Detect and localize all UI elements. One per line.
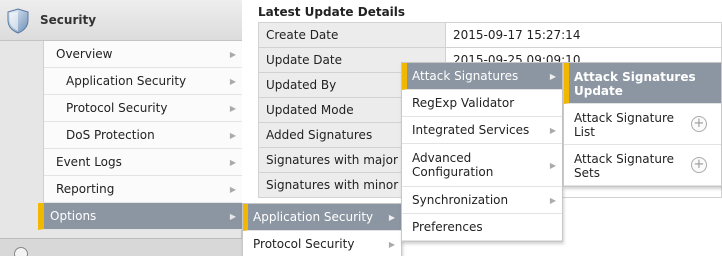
details-title: Latest Update Details: [258, 5, 406, 19]
sidebar-nav: Overview ▶ Application Security ▶ Protoc…: [38, 41, 242, 230]
chevron-right-icon: ▶: [549, 196, 556, 205]
sidebar-item-dos-protection[interactable]: DoS Protection ▶: [44, 122, 242, 149]
menu-item-label: Attack Signatures: [412, 69, 519, 83]
chevron-right-icon: ▶: [229, 50, 236, 59]
sidebar-item-label: Protocol Security: [66, 101, 168, 115]
sidebar-item-label: Event Logs: [56, 155, 122, 169]
chevron-right-icon: ▶: [549, 161, 556, 170]
circle-icon[interactable]: [14, 247, 28, 256]
chevron-right-icon: ▶: [229, 212, 236, 221]
menu-item-label: Application Security: [253, 210, 374, 224]
add-icon[interactable]: +: [691, 116, 707, 132]
row-label: Create Date: [258, 22, 446, 48]
row-value: 2015-09-17 15:27:14: [445, 22, 722, 48]
menu-item-label: Synchronization: [412, 193, 509, 207]
menu-item-label: Configuration: [412, 165, 494, 179]
menu-item-label: Integrated Services: [412, 123, 530, 137]
menu-item-label: Update: [574, 84, 623, 98]
sidebar: Security Overview ▶ Application Security…: [0, 0, 242, 256]
menu-item-attack-signatures-update[interactable]: Attack Signatures Update: [564, 63, 721, 104]
sidebar-item-label: Application Security: [66, 74, 187, 88]
menu-item-attack-signature-sets[interactable]: Attack Signature Sets +: [564, 145, 721, 186]
menu-item-label: Preferences: [412, 220, 483, 234]
sidebar-item-reporting[interactable]: Reporting ▶: [44, 176, 242, 203]
chevron-right-icon: ▶: [388, 213, 395, 222]
menu-item-attack-signature-list[interactable]: Attack Signature List +: [564, 104, 721, 145]
chevron-right-icon: ▶: [549, 72, 556, 81]
application-security-flyout-menu: Attack Signatures ▶ RegExp Validator Int…: [401, 62, 563, 242]
menu-item-application-security[interactable]: Application Security ▶: [243, 204, 401, 231]
chevron-right-icon: ▶: [229, 185, 236, 194]
sidebar-item-label: Options: [50, 209, 97, 223]
menu-item-integrated-services[interactable]: Integrated Services ▶: [402, 117, 562, 144]
menu-item-label: Protocol Security: [253, 237, 355, 251]
sidebar-item-protocol-security[interactable]: Protocol Security ▶: [44, 95, 242, 122]
menu-item-label: RegExp Validator: [412, 96, 515, 110]
sidebar-item-application-security[interactable]: Application Security ▶: [44, 68, 242, 95]
shield-icon: [7, 8, 29, 34]
sidebar-header[interactable]: Security: [0, 0, 242, 41]
chevron-right-icon: ▶: [229, 104, 236, 113]
chevron-right-icon: ▶: [229, 131, 236, 140]
sidebar-title: Security: [40, 13, 97, 27]
menu-item-attack-signatures[interactable]: Attack Signatures ▶: [402, 63, 562, 90]
sidebar-footer: [0, 238, 242, 256]
sidebar-item-label: DoS Protection: [66, 128, 155, 142]
add-icon[interactable]: +: [691, 157, 707, 173]
menu-item-label: Advanced: [412, 151, 472, 165]
chevron-right-icon: ▶: [229, 77, 236, 86]
sidebar-item-label: Reporting: [56, 182, 115, 196]
menu-item-preferences[interactable]: Preferences: [402, 214, 562, 241]
menu-item-advanced-configuration[interactable]: Advanced Configuration ▶: [402, 144, 562, 187]
chevron-right-icon: ▶: [549, 126, 556, 135]
menu-item-regexp-validator[interactable]: RegExp Validator: [402, 90, 562, 117]
menu-item-protocol-security[interactable]: Protocol Security ▶: [243, 231, 401, 256]
sidebar-item-options[interactable]: Options ▶: [38, 203, 242, 230]
chevron-right-icon: ▶: [229, 158, 236, 167]
table-row: Create Date 2015-09-17 15:27:14: [258, 22, 722, 48]
menu-item-synchronization[interactable]: Synchronization ▶: [402, 187, 562, 214]
sidebar-item-label: Overview: [56, 47, 113, 61]
sidebar-item-event-logs[interactable]: Event Logs ▶: [44, 149, 242, 176]
chevron-right-icon: ▶: [388, 240, 395, 249]
menu-item-label: Attack Signatures: [574, 70, 696, 84]
sidebar-item-overview[interactable]: Overview ▶: [44, 41, 242, 68]
attack-signatures-flyout-menu: Attack Signatures Update Attack Signatur…: [563, 62, 722, 187]
options-flyout-menu: Application Security ▶ Protocol Security…: [242, 203, 402, 256]
